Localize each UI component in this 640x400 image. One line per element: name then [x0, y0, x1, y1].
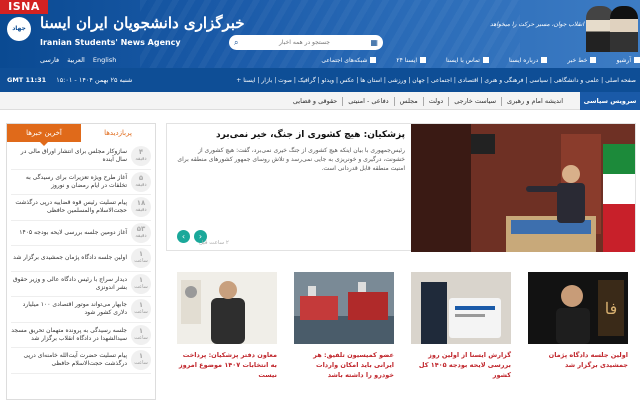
list-item[interactable]: ۱ ساعت پیام تسلیت حضرت آیت‌الله خامنه‌ای د… — [11, 348, 151, 374]
svg-text:فا: فا — [605, 299, 618, 318]
time-ago: ۱۸ دقیقه — [131, 197, 151, 218]
news-sidebar: آخرین خبرها پربازدیدها ۴ دقیقه سازوکار مجل… — [6, 123, 156, 400]
featured-title[interactable]: پزشکیان: هیچ کشوری از جنگ، خیر نمی‌برد — [175, 130, 405, 140]
news-line-icon — [590, 57, 597, 63]
logo[interactable]: جهاد — [7, 17, 31, 41]
quick-link-contact[interactable]: تماس با ایسنا — [436, 57, 489, 64]
time-ago: ۱ ساعت — [131, 324, 151, 345]
date: شنبه ۲۵ بهمن ۱۴۰۴ - ۱۵:۰۱ — [56, 76, 133, 84]
news-card[interactable]: عضو کمیسیون تلفیق: هر ایرانی باید امکان … — [294, 272, 394, 400]
time-ago: ۱ ساعت — [131, 299, 151, 320]
about-icon — [541, 57, 548, 63]
sidebar-tabs: آخرین خبرها پربازدیدها — [7, 124, 155, 146]
lang-en[interactable]: English — [93, 56, 116, 64]
news-card[interactable]: معاون دفتر پزشکیان: پرداخت به انتخابات ۱… — [177, 272, 277, 400]
search-placeholder: جستجو در همه اخبار — [279, 39, 330, 46]
time-ago: ۵ دقیقه — [131, 171, 151, 192]
card-title[interactable]: عضو کمیسیون تلفیق: هر ایرانی باید امکان … — [294, 350, 394, 380]
quick-link-about[interactable]: درباره ایسنا — [499, 57, 548, 64]
time-ago: ۱ ساعت — [131, 273, 151, 294]
featured-image[interactable] — [411, 124, 635, 252]
agency-name-fa[interactable]: خبرگزاری دانشجویان ایران ایسنا — [40, 14, 245, 32]
featured-story: پزشکیان: هیچ کشوری از جنگ، خیر نمی‌برد ر… — [166, 123, 636, 252]
quick-link-isna24[interactable]: ایسنا ۲۴ — [386, 57, 427, 64]
search-icon[interactable]: ⌕ — [234, 38, 238, 48]
prev-button[interactable]: ‹ — [177, 230, 190, 243]
card-title[interactable]: معاون دفتر پزشکیان: پرداخت به انتخابات ۱… — [177, 350, 277, 380]
header-quote: انقلاب جوان، مسیر حرکت را میخواهد — [490, 21, 584, 28]
contact-icon — [482, 57, 489, 63]
subnav-item-legal[interactable]: حقوقی و قضایی — [288, 97, 342, 106]
news-cards: معاون دفتر پزشکیان: پرداخت به انتخابات ۱… — [177, 272, 635, 400]
time-ago: ۴ دقیقه — [131, 146, 151, 167]
time-ago: ۱ ساعت — [131, 350, 151, 371]
subnav-item-majlis[interactable]: مجلس — [393, 96, 423, 106]
quick-link-news-line[interactable]: خط خبر — [557, 57, 597, 64]
quick-links: آرشیو خط خبر درباره ایسنا تماس با ایسنا … — [301, 52, 640, 68]
quick-link-archive[interactable]: آرشیو — [606, 57, 640, 64]
isna24-icon — [420, 57, 427, 63]
list-item[interactable]: ۵۳ دقیقه آغاز دومین جلسه بررسی لایحه بودجه… — [11, 221, 151, 246]
card-thumb[interactable] — [177, 272, 277, 344]
news-card[interactable]: گزارش ایسنا از اولین روز بررسی لایحه بود… — [411, 272, 511, 400]
card-title[interactable]: گزارش ایسنا از اولین روز بررسی لایحه بود… — [411, 350, 511, 380]
site-header: ISNA جهاد خبرگزاری دانشجویان ایران ایسنا… — [0, 0, 640, 68]
leaders-image — [586, 2, 640, 52]
main-nav: GMT 11:31 شنبه ۲۵ بهمن ۱۴۰۴ - ۱۵:۰۱ صفحه… — [0, 68, 640, 92]
tab-most-viewed[interactable]: پربازدیدها — [81, 124, 155, 142]
lang-ar[interactable]: العربیة — [67, 56, 85, 64]
list-item[interactable]: ۱ ساعت اولین جلسه دادگاه پژمان جمشیدی برگز… — [11, 246, 151, 272]
subnav-item-defense[interactable]: دفاعی - امنیتی — [342, 96, 393, 106]
search-input[interactable]: ⌕ جستجو در همه اخبار ▦ — [229, 35, 383, 50]
list-item[interactable]: ۵ دقیقه آغاز طرح ویژه تعزیرات برای رسیدگی … — [11, 170, 151, 195]
subnav-item-leader[interactable]: اندیشه امام و رهبری — [501, 96, 568, 106]
service-label[interactable]: سرویس سیاسی — [580, 92, 640, 110]
language-bar: فارسی العربیة English آرشیو خط خبر دربار… — [0, 52, 640, 68]
lang-fa[interactable]: فارسی — [40, 56, 59, 64]
featured-time: ۲ ساعت قبل — [199, 240, 229, 246]
card-thumb[interactable]: فا — [528, 272, 628, 344]
tab-latest[interactable]: آخرین خبرها — [7, 124, 81, 146]
news-list: ۴ دقیقه سازوکار مجلس برای انتشار اوراق مال… — [7, 142, 155, 376]
card-thumb[interactable] — [411, 272, 511, 344]
list-item[interactable]: ۱ ساعت دیدار سراج با رئیس دادگاه عالی و وز… — [11, 272, 151, 297]
sub-nav: سرویس سیاسی اندیشه امام و رهبری سیاست خا… — [0, 92, 640, 110]
list-item[interactable]: ۱ ساعت جلسه رسیدگی به پرونده متهمان تحریق … — [11, 323, 151, 348]
calendar-icon[interactable]: ▦ — [370, 38, 378, 47]
card-title[interactable]: اولین جلسه دادگاه پژمان جمشیدی برگزار شد — [528, 350, 628, 370]
subnav-item-gov[interactable]: دولت — [422, 96, 448, 106]
agency-name-en[interactable]: Iranian Students' News Agency — [40, 38, 181, 47]
featured-summary: رئیس‌جمهوری با بیان اینکه هیچ کشوری از ج… — [177, 147, 405, 172]
main-menu[interactable]: صفحه اصلی | علمی و دانشگاهی | سیاسی | فر… — [236, 68, 636, 92]
quick-link-social[interactable]: شبکه‌های اجتماعی — [311, 57, 377, 64]
isna-badge[interactable]: ISNA — [0, 0, 48, 14]
gmt-time: GMT 11:31 — [7, 76, 47, 84]
time-ago: ۱ ساعت — [131, 248, 151, 269]
time-ago: ۵۳ دقیقه — [131, 222, 151, 243]
list-item[interactable]: ۱۸ دقیقه پیام تسلیت رئیس قوه قضاییه درپی د… — [11, 195, 151, 221]
list-item[interactable]: ۴ دقیقه سازوکار مجلس برای انتشار اوراق مال… — [11, 144, 151, 170]
list-item[interactable]: ۱ ساعت جابهار می‌تواند موتور اقتصادی ۱۰۰ م… — [11, 297, 151, 323]
news-card[interactable]: فا اولین جلسه دادگاه پژمان جمشیدی برگزار… — [528, 272, 628, 400]
subnav-item-foreign[interactable]: سیاست خارجی — [448, 96, 501, 106]
archive-icon — [634, 57, 640, 63]
card-thumb[interactable] — [294, 272, 394, 344]
social-icon — [370, 57, 377, 63]
sub-nav-items: اندیشه امام و رهبری سیاست خارجی دولت مجل… — [288, 92, 568, 110]
